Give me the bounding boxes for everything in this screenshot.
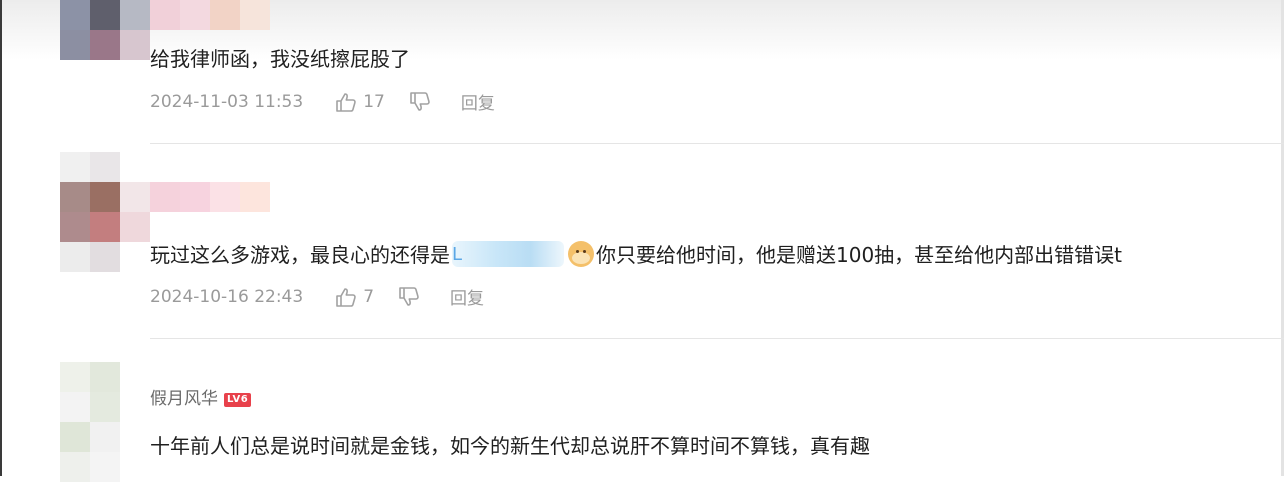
- dog-emoji-icon: [568, 241, 594, 267]
- mention-link[interactable]: L: [452, 241, 564, 267]
- avatar-pixel: [90, 422, 120, 452]
- like-count: 17: [363, 91, 385, 112]
- avatar-pixel: [60, 362, 90, 392]
- reply-button[interactable]: 回复: [461, 89, 495, 114]
- avatar-pixel: [120, 0, 150, 30]
- comment-text: 十年前人们总是说时间就是金钱，如今的新生代却总说肝不算时间不算钱，真有趣: [150, 434, 870, 458]
- avatar-pixel: [150, 0, 180, 30]
- comment-date: 2024-10-16 22:43: [150, 286, 304, 307]
- reply-button[interactable]: 回复: [450, 284, 484, 309]
- avatar-pixel: [180, 182, 210, 212]
- level-badge: LV6: [224, 393, 252, 407]
- comment-divider: [150, 338, 1284, 339]
- like-button[interactable]: 17: [335, 92, 385, 112]
- avatar-pixel: [120, 212, 150, 242]
- avatar-pixel: [60, 422, 90, 452]
- avatar-pixel: [60, 182, 90, 212]
- avatar-pixel: [150, 182, 180, 212]
- avatar-pixel: [240, 0, 270, 30]
- username-text: 假月风华: [150, 389, 218, 409]
- dislike-button[interactable]: [409, 91, 431, 112]
- avatar-pixel: [90, 0, 120, 30]
- avatar-pixel: [90, 152, 120, 182]
- avatar-pixel: [60, 392, 90, 422]
- avatar-pixel: [210, 0, 240, 30]
- dislike-button[interactable]: [398, 286, 420, 307]
- avatar-pixel: [120, 182, 150, 212]
- avatar-pixel: [90, 212, 120, 242]
- comment-divider: [150, 143, 1284, 144]
- avatar-pixel: [90, 182, 120, 212]
- avatar-pixel: [90, 242, 120, 272]
- avatar-pixel: [60, 0, 90, 30]
- avatar-pixel: [60, 212, 90, 242]
- avatar-pixel: [60, 452, 90, 482]
- thumbs-up-icon: [336, 287, 356, 307]
- avatar-pixel: [240, 182, 270, 212]
- thumbs-up-icon: [336, 92, 356, 112]
- like-button[interactable]: 7: [335, 287, 374, 307]
- comment-meta: 2024-11-03 11:53 17 回复: [150, 89, 495, 115]
- comment-date: 2024-11-03 11:53: [150, 91, 304, 112]
- avatar-pixel: [90, 392, 120, 422]
- comment-text: 给我律师函，我没纸擦屁股了: [150, 47, 410, 71]
- comment-text-before: 玩过这么多游戏，最良心的还得是: [150, 243, 450, 267]
- avatar-pixel: [60, 152, 90, 182]
- avatar-pixel: [210, 182, 240, 212]
- comment-text-after: 你只要给他时间，他是赠送100抽，甚至给他内部出错错误t: [596, 243, 1123, 267]
- avatar-pixel: [120, 30, 150, 60]
- avatar-pixel: [90, 362, 120, 392]
- avatar-pixel: [90, 452, 120, 482]
- thumbs-down-icon: [410, 91, 430, 111]
- like-count: 7: [363, 286, 375, 307]
- comment-username[interactable]: 假月风华 LV6: [150, 384, 252, 409]
- avatar-pixel: [90, 30, 120, 60]
- mention-link-text: L: [452, 244, 463, 265]
- avatar-pixel: [60, 30, 90, 60]
- window-edge: [0, 0, 2, 476]
- comment-meta: 2024-10-16 22:43 7 回复: [150, 284, 484, 310]
- avatar-pixel: [180, 0, 210, 30]
- avatar-pixel: [60, 242, 90, 272]
- thumbs-down-icon: [399, 286, 419, 306]
- comment-text: 玩过这么多游戏，最良心的还得是 L 你只要给他时间，他是赠送100抽，甚至给他内部出…: [150, 239, 1122, 268]
